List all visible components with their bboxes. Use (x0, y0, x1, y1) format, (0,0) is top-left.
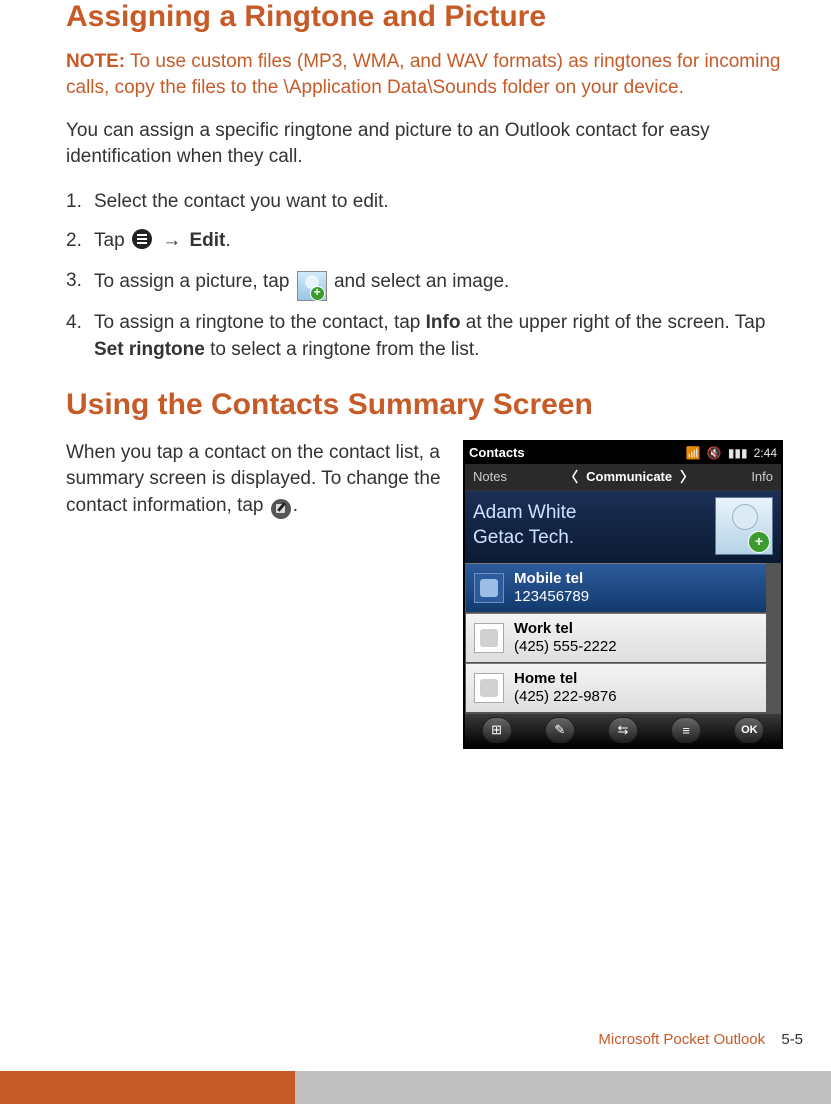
home-icon (474, 673, 504, 703)
step-number: 3. (66, 267, 94, 297)
footer-page: 5-5 (781, 1031, 803, 1048)
status-bar: Contacts 📶 🔇 ▮▮▮ 2:44 (465, 442, 781, 464)
row-label: Mobile tel (514, 570, 589, 588)
clock: 2:44 (754, 446, 777, 460)
step-4: 4. To assign a ringtone to the contact, … (66, 309, 783, 364)
note-text: To use custom files (MP3, WMA, and WAV f… (66, 51, 780, 98)
intro-text: You can assign a specific ringtone and p… (66, 118, 783, 169)
contact-name: Adam White (473, 502, 576, 525)
summary-text: When you tap a contact on the contact li… (66, 440, 451, 520)
chevron-right-icon[interactable]: 〉 (680, 467, 694, 487)
edit-button[interactable]: ✎ (545, 717, 575, 743)
work-icon (474, 623, 504, 653)
step-body: Tap → Edit. (94, 227, 783, 255)
step2-dot: . (225, 230, 230, 251)
page-footer: Microsoft Pocket Outlook 5-5 (598, 1031, 803, 1048)
step4-a: To assign a ringtone to the contact, tap (94, 312, 426, 333)
step-number: 4. (66, 309, 94, 364)
row-label: Work tel (514, 620, 617, 638)
phone-row-home[interactable]: Home tel (425) 222-9876 (465, 663, 767, 713)
step-number: 2. (66, 227, 94, 255)
add-photo-icon (297, 271, 327, 301)
note-block: NOTE: To use custom files (MP3, WMA, and… (66, 49, 783, 100)
chevron-left-icon[interactable]: 〈 (564, 467, 578, 487)
contact-header: Adam White Getac Tech. (465, 490, 781, 563)
switch-button[interactable]: ⇆ (608, 717, 638, 743)
menu-button[interactable]: ≡ (671, 717, 701, 743)
footer-title: Microsoft Pocket Outlook (598, 1031, 765, 1048)
step3-pre: To assign a picture, tap (94, 271, 295, 292)
row-value: 123456789 (514, 588, 589, 606)
phone-row-mobile[interactable]: Mobile tel 123456789 (465, 563, 767, 613)
step-body: To assign a picture, tap and select an i… (94, 267, 783, 297)
bottom-stripe (0, 1071, 295, 1104)
note-label: NOTE: (66, 51, 125, 72)
step4-info: Info (426, 312, 461, 333)
statusbar-title: Contacts (469, 445, 680, 460)
signal-icon: 📶 (686, 446, 701, 460)
step-body: Select the contact you want to edit. (94, 188, 783, 216)
step2-edit: Edit (189, 230, 225, 251)
tab-notes[interactable]: Notes (473, 469, 507, 484)
phone-row-work[interactable]: Work tel (425) 555-2222 (465, 613, 767, 663)
mobile-icon (474, 573, 504, 603)
step2-pre: Tap (94, 230, 130, 251)
tab-bar: Notes 〈 Communicate 〉 Info (465, 464, 781, 490)
ok-button[interactable]: OK (734, 717, 764, 743)
tab-info[interactable]: Info (751, 469, 773, 484)
step4-setringtone: Set ringtone (94, 339, 205, 360)
avatar-add-icon[interactable] (715, 497, 773, 555)
heading-assign: Assigning a Ringtone and Picture (66, 0, 783, 33)
step-3: 3. To assign a picture, tap and select a… (66, 267, 783, 297)
scrollbar[interactable] (767, 563, 781, 713)
step-number: 1. (66, 188, 94, 216)
menu-icon (132, 229, 152, 249)
phone-screenshot: Contacts 📶 🔇 ▮▮▮ 2:44 Notes 〈 Communicat… (463, 440, 783, 749)
row-value: (425) 555-2222 (514, 638, 617, 656)
bottom-bar: ⊞ ✎ ⇆ ≡ OK (465, 713, 781, 747)
row-value: (425) 222-9876 (514, 688, 617, 706)
battery-icon: ▮▮▮ (728, 446, 748, 460)
step4-e: to select a ringtone from the list. (205, 339, 480, 360)
step-body: To assign a ringtone to the contact, tap… (94, 309, 783, 364)
step-1: 1. Select the contact you want to edit. (66, 188, 783, 216)
start-button[interactable]: ⊞ (482, 717, 512, 743)
row-label: Home tel (514, 670, 617, 688)
arrow-icon: → (162, 230, 181, 251)
summary-dot: . (293, 495, 298, 516)
summary-pre: When you tap a contact on the contact li… (66, 442, 441, 516)
volume-icon: 🔇 (707, 446, 722, 460)
step3-post: and select an image. (334, 271, 509, 292)
step-2: 2. Tap → Edit. (66, 227, 783, 255)
tab-communicate[interactable]: Communicate (586, 469, 672, 484)
edit-icon (271, 499, 291, 519)
steps-list: 1. Select the contact you want to edit. … (66, 188, 783, 364)
heading-summary: Using the Contacts Summary Screen (66, 388, 783, 422)
contact-company: Getac Tech. (473, 527, 576, 550)
step4-c: at the upper right of the screen. Tap (460, 312, 765, 333)
